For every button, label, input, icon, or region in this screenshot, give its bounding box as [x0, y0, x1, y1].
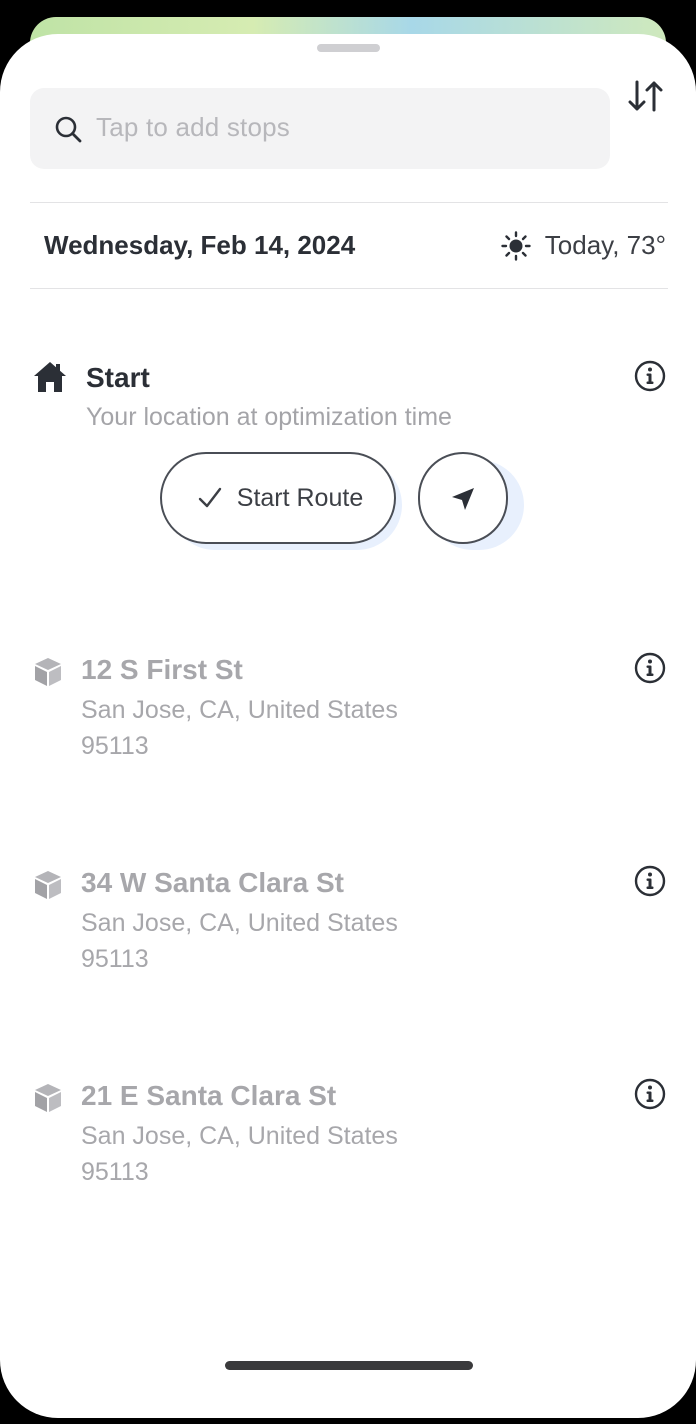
info-icon[interactable] — [634, 865, 666, 897]
stop-title: 21 E Santa Clara St — [81, 1080, 337, 1111]
weather-text: Today, 73° — [544, 230, 666, 260]
search-placeholder: Tap to add stops — [96, 112, 290, 142]
stop-address-line: San Jose, CA, United States — [81, 696, 398, 724]
screen: Tap to add stops Wednesday, Feb 14, 2024 — [0, 0, 696, 1424]
stop-title: 12 S First St — [81, 654, 243, 685]
search-input[interactable]: Tap to add stops — [30, 88, 610, 169]
stop-zip: 95113 — [81, 732, 149, 760]
start-route-content: Start Route — [162, 454, 398, 542]
stop-item[interactable]: 21 E Santa Clara St San Jose, CA, United… — [0, 1078, 696, 1220]
start-subtitle: Your location at optimization time — [86, 403, 452, 431]
divider-bottom — [30, 288, 668, 289]
stop-zip: 95113 — [81, 1158, 149, 1186]
stop-item[interactable]: 12 S First St San Jose, CA, United State… — [0, 652, 696, 794]
start-route-label: Start Route — [236, 483, 364, 512]
sun-icon — [501, 230, 531, 261]
search-icon — [55, 116, 82, 143]
navigation-arrow-icon — [452, 488, 474, 510]
stop-address-line: San Jose, CA, United States — [81, 1122, 398, 1150]
route-date[interactable]: Wednesday, Feb 14, 2024 — [44, 230, 355, 261]
stop-item[interactable]: 34 W Santa Clara St San Jose, CA, United… — [0, 865, 696, 1007]
info-icon[interactable] — [634, 1078, 666, 1110]
info-icon[interactable] — [634, 360, 666, 392]
checkmark-icon — [198, 487, 221, 508]
package-icon — [35, 1084, 61, 1112]
swap-vertical-icon[interactable] — [627, 78, 665, 114]
stop-title: 34 W Santa Clara St — [81, 867, 344, 898]
navigate-button[interactable] — [418, 452, 508, 544]
sheet-grabber[interactable] — [317, 44, 380, 52]
package-icon — [35, 871, 61, 899]
home-indicator[interactable] — [225, 1361, 473, 1370]
start-title: Start — [86, 362, 150, 393]
info-icon[interactable] — [634, 652, 666, 684]
start-route-button[interactable]: Start Route — [160, 452, 396, 544]
bottom-sheet: Tap to add stops Wednesday, Feb 14, 2024 — [0, 34, 696, 1418]
stop-zip: 95113 — [81, 945, 149, 973]
stop-address-line: San Jose, CA, United States — [81, 909, 398, 937]
divider-top — [30, 202, 668, 203]
home-icon — [34, 362, 66, 392]
weather-summary: Today, 73° — [501, 230, 666, 261]
package-icon — [35, 658, 61, 686]
